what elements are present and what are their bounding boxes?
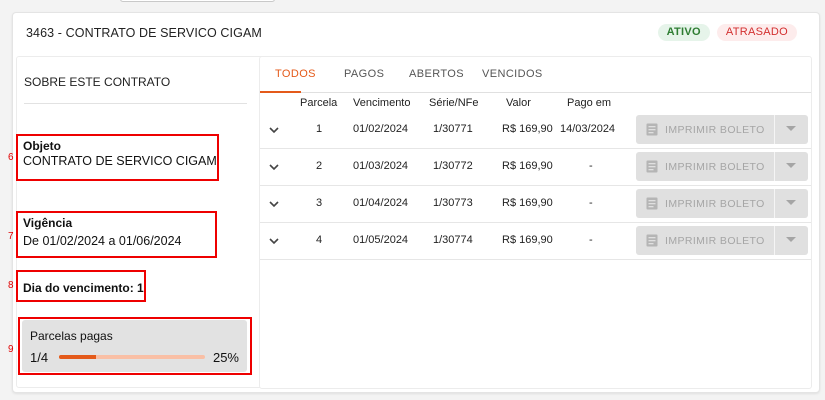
status-badges: ATIVO ATRASADO [657, 24, 797, 41]
cell-serie-nfe: 1/30771 [433, 123, 473, 135]
cell-pago-em: - [589, 234, 593, 246]
status-badge-active: ATIVO [657, 24, 710, 41]
cell-valor: R$ 169,90 [502, 234, 553, 246]
table-row: 2 01/03/2024 1/30772 R$ 169,90 - IMPRIMI… [260, 149, 811, 186]
tab-pagos[interactable]: PAGOS [344, 68, 384, 80]
about-contract-panel: SOBRE ESTE CONTRATO 6 Objeto CONTRATO DE… [8, 56, 264, 388]
column-header-parcela: Parcela [300, 97, 338, 109]
cell-serie-nfe: 1/30773 [433, 197, 473, 209]
print-boleto-label: IMPRIMIR BOLETO [665, 197, 765, 210]
installments-panel: TODOS PAGOS ABERTOS VENCIDOS Parcela Ven… [259, 56, 812, 389]
cell-vencimento: 01/03/2024 [353, 160, 409, 172]
document-icon [646, 197, 658, 210]
print-boleto-button-group: IMPRIMIR BOLETO [636, 226, 808, 255]
cell-vencimento: 01/02/2024 [353, 123, 409, 135]
chevron-down-icon[interactable] [268, 124, 280, 136]
print-options-dropdown[interactable] [775, 226, 808, 255]
due-day-label: Dia do vencimento: 1 [23, 281, 144, 295]
chevron-down-icon[interactable] [268, 235, 280, 247]
active-tab-indicator [260, 91, 301, 93]
tab-abertos[interactable]: ABERTOS [409, 68, 464, 80]
annotation-marker: 7 [8, 231, 14, 242]
cell-parcela: 4 [316, 234, 323, 246]
objeto-label: Objeto [23, 139, 61, 153]
cell-pago-em: 14/03/2024 [560, 123, 616, 135]
top-search-input[interactable] [120, 0, 275, 2]
print-options-dropdown[interactable] [775, 115, 808, 144]
cell-parcela: 3 [316, 197, 323, 209]
table-row: 4 01/05/2024 1/30774 R$ 169,90 - IMPRIMI… [260, 223, 811, 260]
print-boleto-button[interactable]: IMPRIMIR BOLETO [636, 226, 774, 255]
cell-valor: R$ 169,90 [502, 160, 553, 172]
table-row: 3 01/04/2024 1/30773 R$ 169,90 - IMPRIMI… [260, 186, 811, 223]
cell-serie-nfe: 1/30772 [433, 160, 473, 172]
print-boleto-button-group: IMPRIMIR BOLETO [636, 115, 808, 144]
column-header-vencimento: Vencimento [353, 97, 411, 109]
cell-valor: R$ 169,90 [502, 123, 553, 135]
status-badge-late: ATRASADO [716, 24, 797, 41]
tab-vencidos[interactable]: VENCIDOS [482, 68, 543, 80]
caret-down-icon [786, 200, 796, 205]
print-boleto-label: IMPRIMIR BOLETO [665, 160, 765, 173]
caret-down-icon [786, 237, 796, 242]
installments-tabs: TODOS PAGOS ABERTOS VENCIDOS [260, 57, 811, 93]
cell-pago-em: - [589, 197, 593, 209]
cell-vencimento: 01/05/2024 [353, 234, 409, 246]
print-boleto-button[interactable]: IMPRIMIR BOLETO [636, 115, 774, 144]
annotation-marker: 6 [8, 152, 14, 163]
contract-card: 3463 - CONTRATO DE SERVICO CIGAM ATIVO A… [8, 12, 820, 393]
annotation-marker: 9 [8, 344, 14, 355]
chevron-down-icon[interactable] [268, 161, 280, 173]
caret-down-icon [786, 163, 796, 168]
cell-valor: R$ 169,90 [502, 197, 553, 209]
vigencia-label: Vigência [23, 216, 73, 230]
document-icon [646, 234, 658, 247]
document-icon [646, 160, 658, 173]
objeto-value: CONTRATO DE SERVICO CIGAM [23, 154, 217, 168]
column-header-valor: Valor [506, 97, 531, 109]
caret-down-icon [786, 126, 796, 131]
vigencia-value: De 01/02/2024 a 01/06/2024 [23, 234, 182, 248]
column-header-pago-em: Pago em [567, 97, 612, 109]
print-boleto-button[interactable]: IMPRIMIR BOLETO [636, 189, 774, 218]
column-header-serie-nfe: Série/NFe [429, 97, 479, 109]
print-boleto-button-group: IMPRIMIR BOLETO [636, 152, 808, 181]
annotation-marker: 8 [8, 280, 14, 291]
contract-title: 3463 - CONTRATO DE SERVICO CIGAM [26, 26, 262, 40]
print-boleto-button[interactable]: IMPRIMIR BOLETO [636, 152, 774, 181]
cell-parcela: 1 [316, 123, 323, 135]
divider [24, 103, 247, 104]
chevron-down-icon[interactable] [268, 198, 280, 210]
document-icon [646, 123, 658, 136]
print-boleto-button-group: IMPRIMIR BOLETO [636, 189, 808, 218]
about-contract-header: SOBRE ESTE CONTRATO [24, 75, 171, 89]
print-boleto-label: IMPRIMIR BOLETO [665, 123, 765, 136]
cell-parcela: 2 [316, 160, 323, 172]
cell-serie-nfe: 1/30774 [433, 234, 473, 246]
print-options-dropdown[interactable] [775, 152, 808, 181]
print-boleto-label: IMPRIMIR BOLETO [665, 234, 765, 247]
highlight-box-parcelas [18, 317, 252, 375]
table-row: 1 01/02/2024 1/30771 R$ 169,90 14/03/202… [260, 112, 811, 149]
print-options-dropdown[interactable] [775, 189, 808, 218]
cell-vencimento: 01/04/2024 [353, 197, 409, 209]
tab-todos[interactable]: TODOS [275, 68, 316, 80]
cell-pago-em: - [589, 160, 593, 172]
